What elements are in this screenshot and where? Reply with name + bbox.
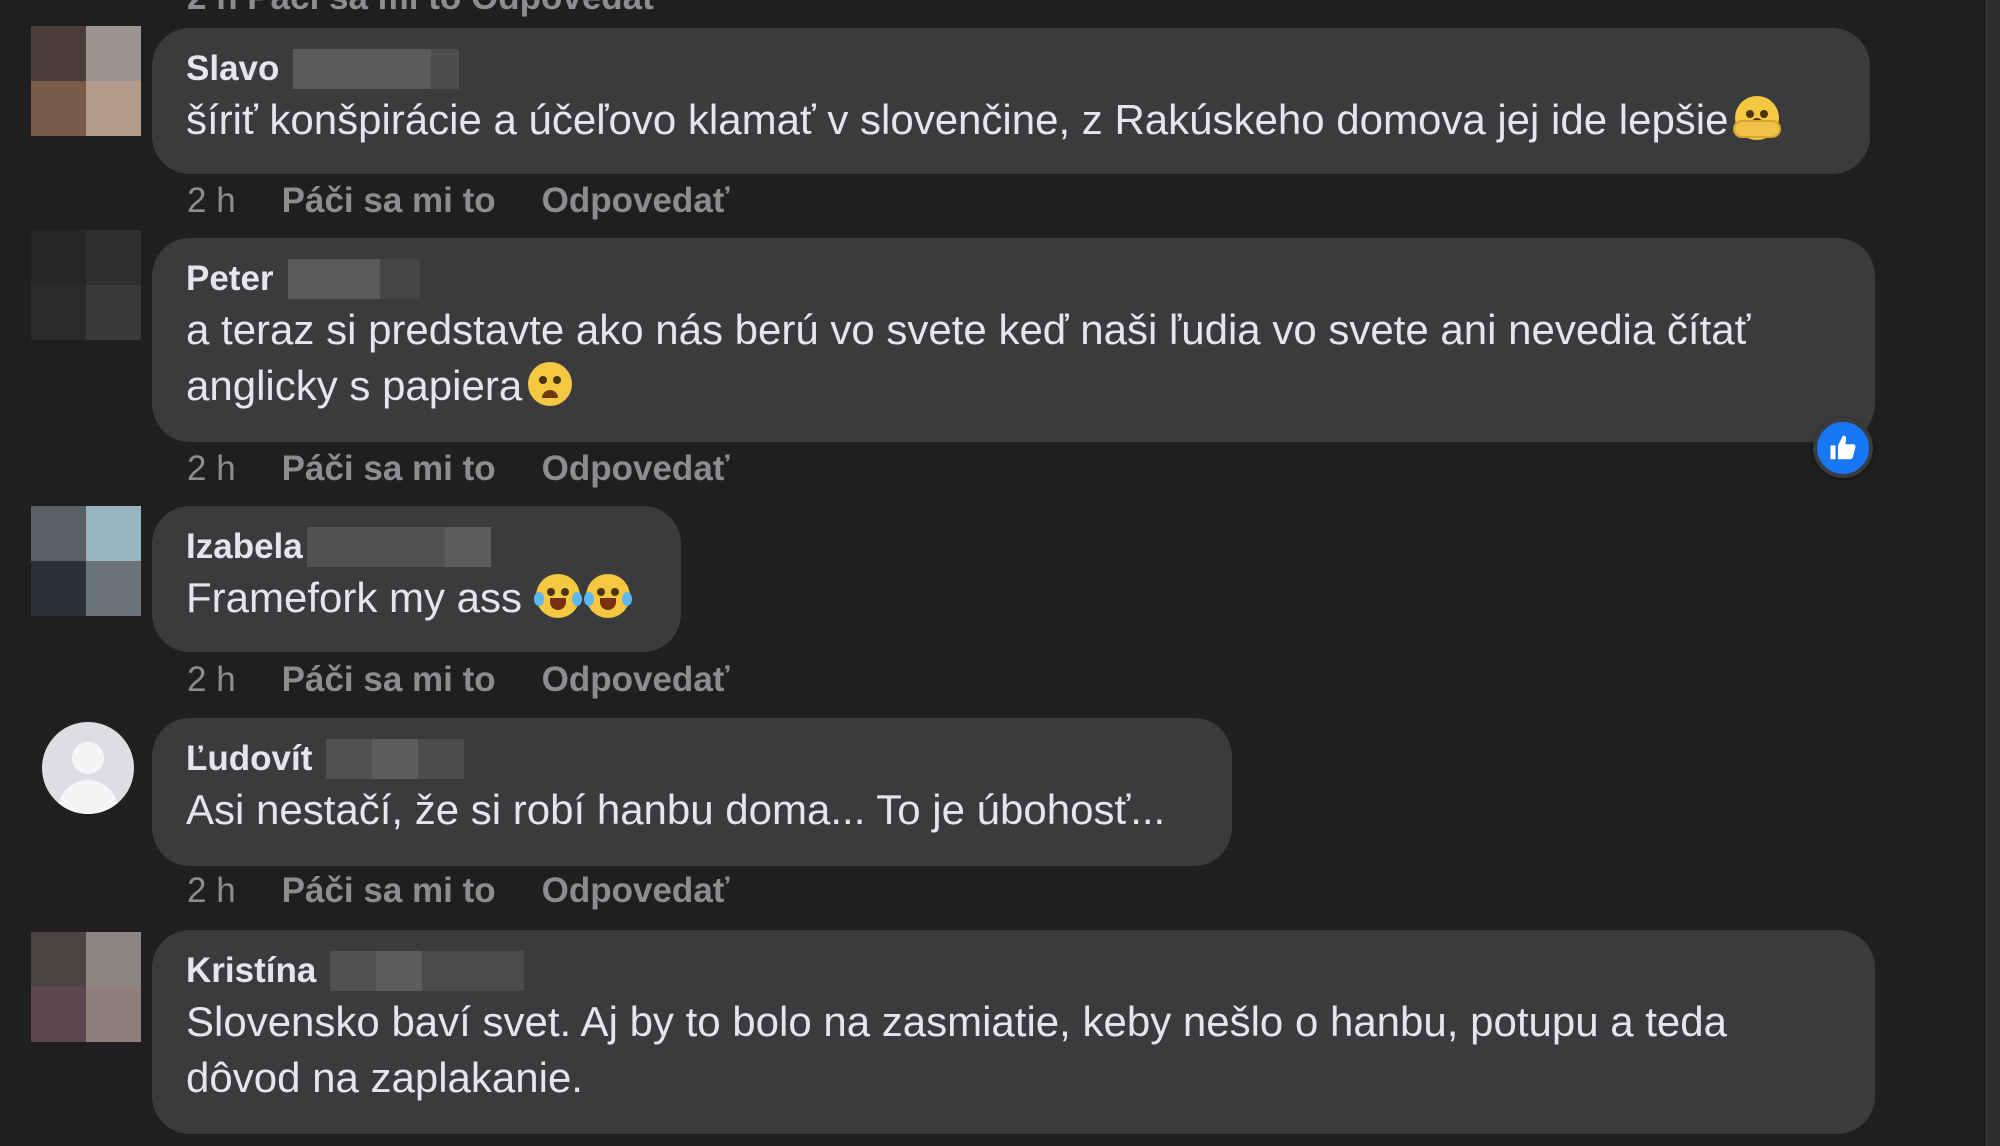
- comment-author[interactable]: Izabela: [186, 527, 303, 567]
- default-avatar-icon[interactable]: [42, 722, 134, 814]
- comment-text-line: a teraz si predstavte ako nás berú vo sv…: [186, 306, 1751, 353]
- screaming-face-emoji-icon: [1732, 96, 1781, 140]
- like-button[interactable]: Páči sa mi to: [282, 449, 496, 489]
- avatar[interactable]: [31, 932, 141, 1042]
- comment-text: šíriť konšpirácie a účeľovo klamať v slo…: [186, 96, 1729, 143]
- comment-author[interactable]: Peter: [186, 259, 274, 299]
- comment-text-line: anglicky s papiera: [186, 362, 523, 409]
- comment-meta: 2 h Páči sa mi to Odpovedať: [187, 449, 730, 489]
- comment-text: Framefork my ass: [186, 574, 523, 621]
- reply-button[interactable]: Odpovedať: [542, 181, 730, 221]
- redacted-surname: [287, 259, 420, 299]
- comment-author[interactable]: Slavo: [186, 49, 279, 89]
- like-button[interactable]: Páči sa mi to: [282, 871, 496, 911]
- comment-text-line: dôvod na zaplakanie.: [186, 1054, 583, 1101]
- comments-panel: 2 h Páči sa mi to Odpovedať Slavo šíriť …: [0, 0, 2000, 1146]
- reply-button[interactable]: Odpovedať: [542, 871, 730, 911]
- comment-author[interactable]: Ľudovít: [186, 739, 312, 779]
- comment-time[interactable]: 2 h: [187, 449, 236, 489]
- rofl-emoji-icon: [534, 574, 583, 618]
- comment-bubble: Ľudovít Asi nestačí, že si robí hanbu do…: [152, 718, 1232, 866]
- like-button[interactable]: Páči sa mi to: [282, 660, 496, 700]
- comment-text: Asi nestačí, že si robí hanbu doma... To…: [186, 786, 1166, 833]
- redacted-surname: [293, 49, 460, 89]
- reply-button[interactable]: Odpovedať: [542, 660, 730, 700]
- comment-meta: 2 h Páči sa mi to Odpovedať: [187, 660, 730, 700]
- redacted-surname: [330, 951, 525, 991]
- comment-author[interactable]: Kristína: [186, 951, 316, 991]
- like-button[interactable]: Páči sa mi to: [282, 181, 496, 221]
- like-reaction-icon[interactable]: [1813, 418, 1873, 478]
- comment-time[interactable]: 2 h: [187, 660, 236, 700]
- reply-button[interactable]: Odpovedať: [542, 449, 730, 489]
- comment-bubble: Peter a teraz si predstavte ako nás berú…: [152, 238, 1875, 442]
- avatar[interactable]: [31, 26, 141, 136]
- avatar[interactable]: [31, 230, 141, 340]
- rofl-emoji-icon: [584, 574, 633, 618]
- comment-time[interactable]: 2 h: [187, 871, 236, 911]
- comment-bubble: Kristína Slovensko baví svet. Aj by to b…: [152, 930, 1875, 1134]
- comment-meta: 2 h Páči sa mi to Odpovedať: [187, 181, 730, 221]
- comment-bubble: Slavo šíriť konšpirácie a účeľovo klamať…: [152, 28, 1870, 174]
- avatar[interactable]: [31, 506, 141, 616]
- scrollbar-track[interactable]: [1986, 0, 2000, 1146]
- comment-bubble: Izabela Framefork my ass: [152, 506, 681, 652]
- previous-comment-meta: 2 h Páči sa mi to Odpovedať: [187, 0, 659, 17]
- comment-text-line: Slovensko baví svet. Aj by to bolo na za…: [186, 998, 1727, 1045]
- rolling-eyes-emoji-icon: [528, 362, 573, 406]
- redacted-surname: [306, 527, 491, 567]
- comment-time[interactable]: 2 h: [187, 181, 236, 221]
- redacted-surname: [326, 739, 465, 779]
- comment-meta: 2 h Páči sa mi to Odpovedať: [187, 871, 730, 911]
